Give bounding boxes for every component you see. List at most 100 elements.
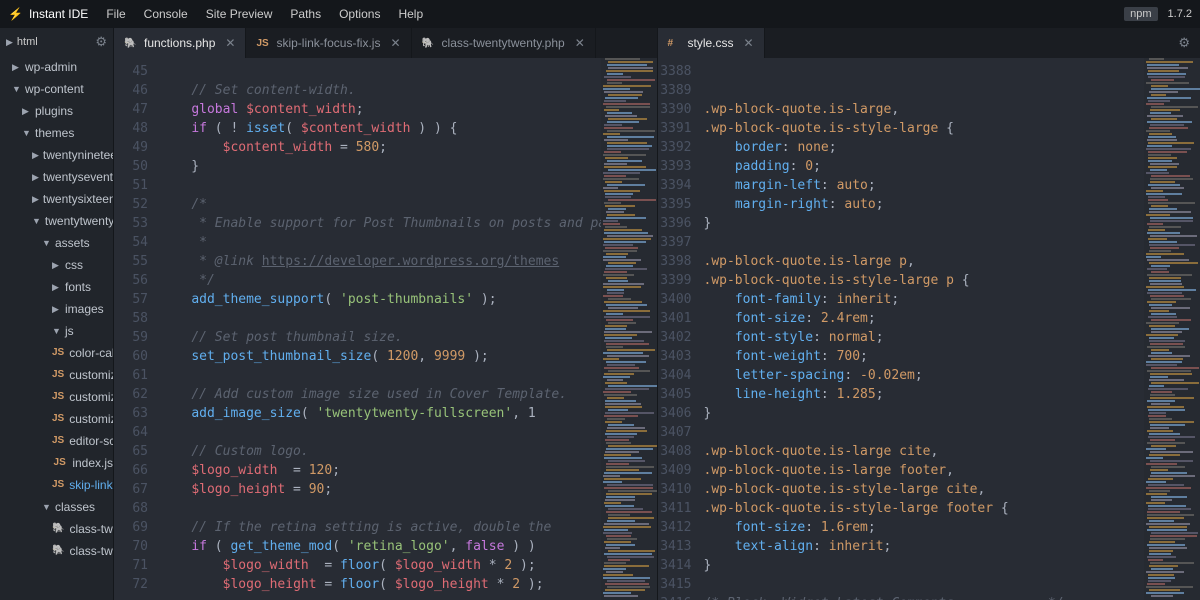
folder-label: twentyseventeen bbox=[43, 166, 113, 188]
tab-style-css[interactable]: #style.css✕ bbox=[658, 28, 765, 58]
tab-skip-link-focus-fix-js[interactable]: JSskip-link-focus-fix.js✕ bbox=[246, 28, 411, 58]
js-icon: JS bbox=[52, 430, 64, 452]
tree-folder-twentyseventeen[interactable]: twentyseventeen bbox=[0, 166, 113, 188]
tree-folder-images[interactable]: images bbox=[0, 298, 113, 320]
file-label: customize-preview.js bbox=[69, 386, 113, 408]
tree-file-skip-link-focus-fix.js[interactable]: JSskip-link-focus-fix.js bbox=[0, 474, 113, 496]
js-icon: JS bbox=[52, 364, 64, 386]
tree-file-customize-preview.js[interactable]: JScustomize-preview.js bbox=[0, 386, 113, 408]
filetype-icon: 🐘 bbox=[124, 38, 138, 49]
folder-label: twentysixteen bbox=[43, 188, 113, 210]
tree-file-customize-controls.js[interactable]: JScustomize-controls.js bbox=[0, 364, 113, 386]
file-label: customize.js bbox=[69, 408, 113, 430]
close-icon[interactable]: ✕ bbox=[390, 36, 400, 50]
file-label: customize-controls.js bbox=[69, 364, 113, 386]
chevron-right-icon bbox=[32, 144, 39, 166]
chevron-right-icon bbox=[22, 100, 31, 122]
tree-folder-wp-admin[interactable]: wp-admin bbox=[0, 56, 113, 78]
file-label: editor-script-block.js bbox=[69, 430, 113, 452]
php-icon: 🐘 bbox=[52, 518, 64, 540]
tree-file-editor-script-block.js[interactable]: JSeditor-script-block.js bbox=[0, 430, 113, 452]
tree-file-class-twentytwenty-non-latin.php[interactable]: 🐘class-twentytwenty-non-latin.php bbox=[0, 540, 113, 562]
tree-file-class-twentytwenty-customize.php[interactable]: 🐘class-twentytwenty-customize.php bbox=[0, 518, 113, 540]
tab-bar: 🐘functions.php✕JSskip-link-focus-fix.js✕… bbox=[114, 28, 657, 58]
tab-bar: #style.css✕ ⚙ bbox=[658, 28, 1200, 58]
gear-icon[interactable]: ⚙ bbox=[95, 34, 107, 50]
tab-label: skip-link-focus-fix.js bbox=[276, 36, 380, 50]
chevron-right-icon bbox=[32, 166, 39, 188]
code-editor[interactable]: 4546474849505152535455565758596061626364… bbox=[114, 58, 657, 600]
tree-file-index.js[interactable]: JSindex.js bbox=[0, 452, 113, 474]
caret-icon[interactable]: ▶ bbox=[6, 37, 13, 48]
chevron-right-icon bbox=[52, 298, 61, 320]
editor-pane-1: #style.css✕ ⚙ 3388338933903391339233933394… bbox=[657, 28, 1200, 600]
code-lines[interactable]: // Set content-width. global $content_wi… bbox=[160, 58, 601, 600]
tree-folder-classes[interactable]: classes bbox=[0, 496, 113, 518]
tree-folder-wp-content[interactable]: wp-content bbox=[0, 78, 113, 100]
file-label: skip-link-focus-fix.js bbox=[69, 474, 113, 496]
menu-site-preview[interactable]: Site Preview bbox=[206, 7, 273, 21]
tree-folder-twentynineteen[interactable]: twentynineteen bbox=[0, 144, 113, 166]
chevron-right-icon bbox=[32, 188, 39, 210]
folder-label: css bbox=[65, 254, 83, 276]
minimap[interactable] bbox=[1144, 58, 1200, 600]
close-icon[interactable]: ✕ bbox=[225, 36, 235, 50]
folder-label: plugins bbox=[35, 100, 73, 122]
tree-folder-assets[interactable]: assets bbox=[0, 232, 113, 254]
folder-label: wp-admin bbox=[25, 56, 77, 78]
folder-label: classes bbox=[55, 496, 95, 518]
tree-folder-js[interactable]: js bbox=[0, 320, 113, 342]
code-lines[interactable]: .wp-block-quote.is-large,.wp-block-quote… bbox=[704, 58, 1145, 600]
js-icon: JS bbox=[52, 342, 64, 364]
tree-file-color-calculations.js[interactable]: JScolor-calculations.js bbox=[0, 342, 113, 364]
chevron-down-icon bbox=[42, 232, 51, 254]
menu-bar: ⚡ Instant IDE FileConsoleSite PreviewPat… bbox=[0, 0, 1200, 28]
npm-badge[interactable]: npm bbox=[1124, 7, 1157, 21]
file-label: class-twentytwenty-customize.php bbox=[69, 518, 113, 540]
file-label: index.js bbox=[72, 452, 113, 474]
tree-file-customize.js[interactable]: JScustomize.js bbox=[0, 408, 113, 430]
gear-icon[interactable]: ⚙ bbox=[1178, 35, 1190, 51]
chevron-down-icon bbox=[52, 320, 61, 342]
menu-file[interactable]: File bbox=[106, 7, 125, 21]
menu-options[interactable]: Options bbox=[339, 7, 380, 21]
folder-label: wp-content bbox=[25, 78, 84, 100]
js-icon: JS bbox=[52, 408, 64, 430]
menu-console[interactable]: Console bbox=[144, 7, 188, 21]
app-title: Instant IDE bbox=[29, 7, 88, 21]
folder-label: twentynineteen bbox=[43, 144, 113, 166]
tab-label: functions.php bbox=[144, 36, 215, 50]
folder-label: js bbox=[65, 320, 74, 342]
tree-folder-themes[interactable]: themes bbox=[0, 122, 113, 144]
filetype-icon: # bbox=[668, 38, 682, 49]
chevron-right-icon bbox=[52, 276, 61, 298]
file-label: color-calculations.js bbox=[69, 342, 113, 364]
tree-folder-fonts[interactable]: fonts bbox=[0, 276, 113, 298]
tab-label: class-twentytwenty.php bbox=[442, 36, 565, 50]
menu-paths[interactable]: Paths bbox=[290, 7, 321, 21]
tree-folder-twentysixteen[interactable]: twentysixteen bbox=[0, 188, 113, 210]
file-label: class-twentytwenty-non-latin.php bbox=[69, 540, 113, 562]
file-tree-sidebar: ▶ html ⚙ wp-adminwp-contentpluginsthemes… bbox=[0, 28, 113, 600]
chevron-right-icon bbox=[12, 56, 21, 78]
folder-label: assets bbox=[55, 232, 90, 254]
tab-class-twentytwenty-php[interactable]: 🐘class-twentytwenty.php✕ bbox=[412, 28, 596, 58]
chevron-right-icon bbox=[52, 254, 61, 276]
tree-folder-twentytwenty[interactable]: twentytwenty bbox=[0, 210, 113, 232]
chevron-down-icon bbox=[22, 122, 31, 144]
tree-folder-css[interactable]: css bbox=[0, 254, 113, 276]
folder-label: themes bbox=[35, 122, 74, 144]
close-icon[interactable]: ✕ bbox=[744, 36, 754, 50]
app-version: 1.7.2 bbox=[1168, 8, 1192, 20]
js-icon: JS bbox=[52, 386, 64, 408]
menu-help[interactable]: Help bbox=[398, 7, 423, 21]
sidebar-root-label[interactable]: html bbox=[17, 36, 95, 48]
tab-functions-php[interactable]: 🐘 functions.php ✕ bbox=[114, 28, 246, 58]
tree-folder-plugins[interactable]: plugins bbox=[0, 100, 113, 122]
chevron-icon bbox=[42, 496, 51, 518]
minimap[interactable] bbox=[601, 58, 657, 600]
code-editor[interactable]: 3388338933903391339233933394339533963397… bbox=[658, 58, 1200, 600]
close-icon[interactable]: ✕ bbox=[575, 36, 585, 50]
folder-label: fonts bbox=[65, 276, 91, 298]
js-icon: JS bbox=[52, 452, 67, 474]
